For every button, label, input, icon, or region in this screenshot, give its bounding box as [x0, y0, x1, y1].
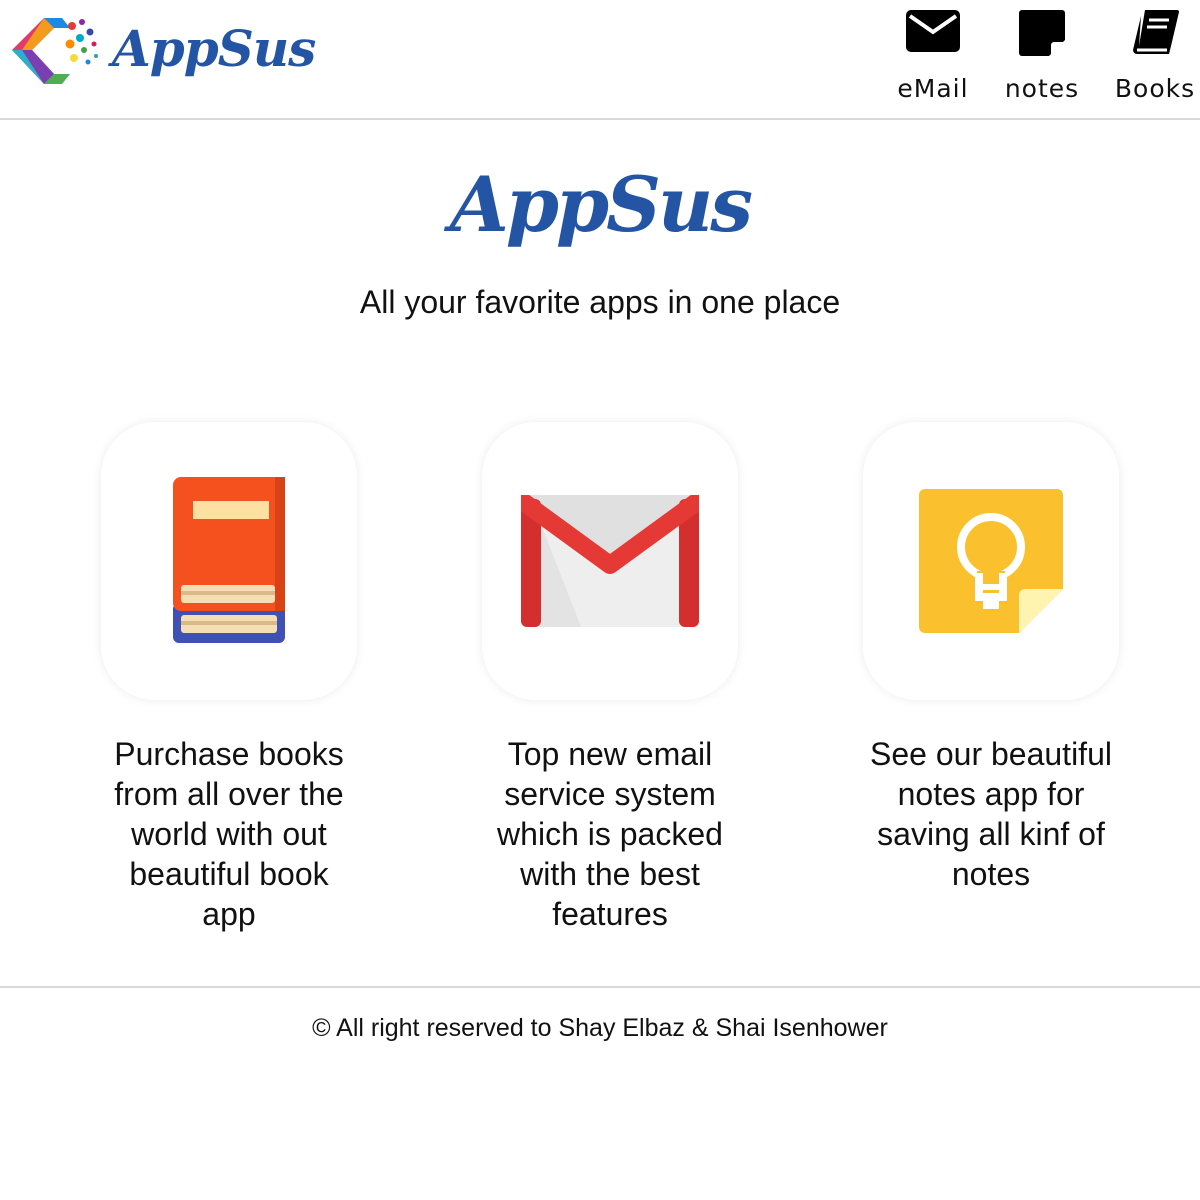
- app-header: AppSus eMail notes Books: [0, 0, 1200, 120]
- nav-email[interactable]: eMail: [892, 10, 974, 110]
- feature-email-text: Top new email service system which is pa…: [497, 736, 723, 932]
- books-app-card[interactable]: [101, 422, 357, 700]
- envelope-icon: [906, 10, 960, 52]
- feature-books: Purchase books from all over the world w…: [101, 422, 357, 934]
- feature-notes: See our beautiful notes app for saving a…: [863, 422, 1119, 894]
- email-app-card[interactable]: [482, 422, 738, 700]
- hero-title: AppSus: [449, 160, 753, 249]
- sticky-note-icon: [1019, 10, 1065, 56]
- book-app-icon: [173, 477, 285, 643]
- feature-notes-text: See our beautiful notes app for saving a…: [870, 736, 1112, 892]
- brand[interactable]: AppSus: [6, 12, 316, 92]
- nav-email-label: eMail: [897, 74, 969, 103]
- page-footer: © All right reserved to Shay Elbaz & Sha…: [0, 986, 1200, 1066]
- nav-books[interactable]: Books: [1110, 10, 1200, 110]
- feature-books-text: Purchase books from all over the world w…: [114, 736, 344, 932]
- nav-books-label: Books: [1114, 74, 1196, 103]
- nav-notes-label: notes: [1004, 74, 1080, 103]
- keep-notes-app-icon: [919, 489, 1063, 633]
- feature-email: Top new email service system which is pa…: [482, 422, 738, 934]
- hero-tagline: All your favorite apps in one place: [359, 284, 841, 320]
- copyright-text: © All right reserved to Shay Elbaz & Sha…: [312, 1014, 888, 1042]
- gmail-app-icon: [521, 495, 699, 627]
- appsus-logo-icon: [12, 18, 98, 84]
- brand-name: AppSus: [112, 18, 316, 78]
- nav-notes[interactable]: notes: [1000, 10, 1084, 110]
- book-icon: [1133, 10, 1179, 54]
- notes-app-card[interactable]: [863, 422, 1119, 700]
